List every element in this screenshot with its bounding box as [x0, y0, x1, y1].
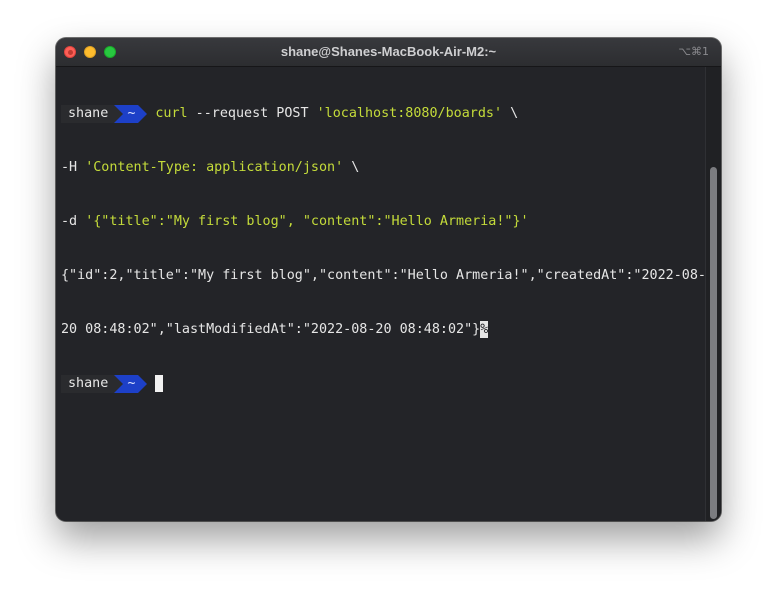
prompt-dir: ~: [123, 105, 139, 123]
data-value: '{"title":"My first blog", "content":"He…: [85, 214, 529, 229]
prompt-arrow-icon: [138, 375, 148, 393]
prompt-dir: ~: [123, 375, 139, 393]
prompt-arrow-icon: [138, 105, 148, 123]
terminal-content[interactable]: shane ~ curl --request POST 'localhost:808…: [56, 67, 721, 521]
data-flag: -d: [61, 214, 86, 229]
header-value: 'Content-Type: application/json': [85, 160, 344, 175]
command-line-3: -d '{"title":"My first blog", "content":…: [61, 213, 703, 231]
vertical-scrollbar[interactable]: [705, 67, 721, 521]
command-line-2: -H 'Content-Type: application/json' \: [61, 159, 703, 177]
prompt-line: shane ~: [61, 375, 703, 393]
no-newline-marker: %: [480, 321, 489, 338]
response-text: 20 08:48:02","lastModifiedAt":"2022-08-2…: [61, 322, 481, 337]
response-line-2: 20 08:48:02","lastModifiedAt":"2022-08-2…: [61, 321, 703, 339]
scrollbar-thumb[interactable]: [710, 167, 717, 519]
command-url: 'localhost:8080/boards': [316, 106, 503, 121]
response-line-1: {"id":2,"title":"My first blog","content…: [61, 267, 706, 285]
terminal-output[interactable]: shane ~ curl --request POST 'localhost:808…: [61, 69, 706, 429]
prompt-separator-icon: [114, 105, 124, 123]
response-text: {"id":2,"title":"My first blog","content…: [61, 268, 706, 283]
line-continuation: \: [502, 106, 519, 121]
line-continuation: \: [343, 160, 360, 175]
command-args: --request POST: [187, 106, 317, 121]
terminal-window: shane@Shanes-MacBook-Air-M2:~ ⌥⌘1 shane ~…: [56, 38, 721, 521]
prompt-user: shane: [61, 105, 115, 123]
window-title: shane@Shanes-MacBook-Air-M2:~: [280, 44, 497, 59]
window-shortcut: ⌥⌘1: [678, 45, 709, 58]
prompt-user: shane: [61, 375, 115, 393]
header-flag: -H: [61, 160, 86, 175]
text-cursor: [155, 375, 164, 392]
prompt-separator-icon: [114, 375, 124, 393]
title-bar[interactable]: shane@Shanes-MacBook-Air-M2:~ ⌥⌘1: [56, 38, 721, 67]
command-line-1: shane ~ curl --request POST 'localhost:808…: [61, 105, 703, 123]
command-name: curl: [155, 106, 188, 121]
